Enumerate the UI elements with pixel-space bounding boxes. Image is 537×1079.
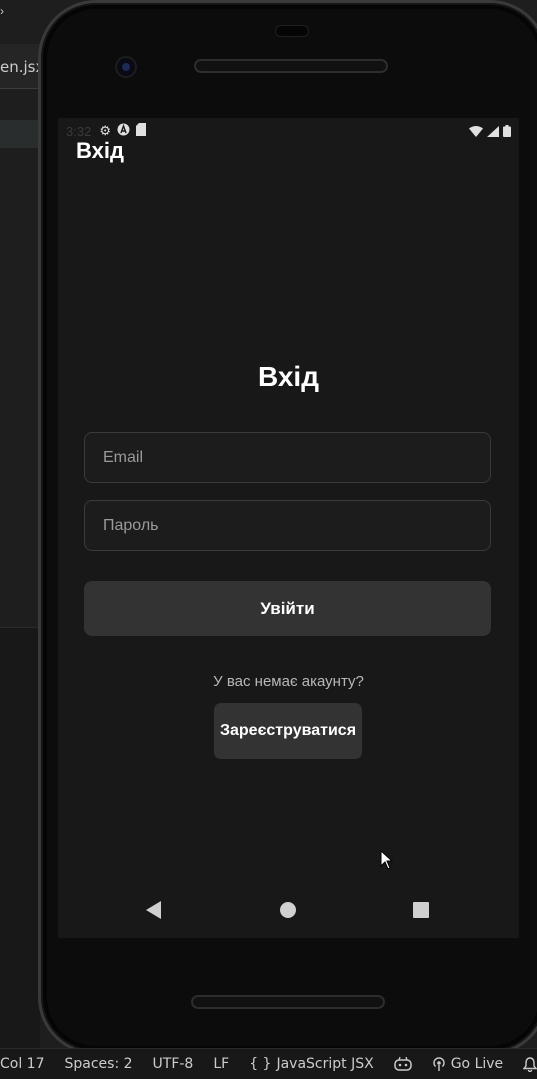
divider — [0, 88, 40, 89]
no-account-text: У вас немає акаунту? — [213, 673, 364, 690]
back-icon[interactable] — [146, 901, 161, 919]
editor-line-highlight — [0, 120, 40, 148]
camera-lens — [122, 63, 130, 71]
front-camera-icon — [115, 56, 137, 78]
bottom-speaker-grille — [191, 995, 385, 1009]
sd-card-icon — [135, 123, 146, 139]
language-label: JavaScript JSX — [276, 1056, 374, 1072]
login-title: Вхід — [258, 361, 319, 392]
eol-setting[interactable]: LF — [203, 1056, 239, 1072]
copilot-icon[interactable] — [384, 1057, 422, 1071]
wifi-icon — [469, 125, 483, 137]
bell-icon[interactable] — [513, 1056, 537, 1072]
app-header-title: Вхід — [76, 138, 124, 163]
register-button[interactable]: Зареєструватися — [214, 703, 362, 759]
earpiece-slot — [275, 25, 309, 37]
editor-area[interactable] — [0, 150, 40, 628]
app-a-icon — [117, 123, 130, 139]
encoding-setting[interactable]: UTF-8 — [143, 1056, 204, 1072]
vscode-status-bar: Col 17 Spaces: 2 UTF-8 LF { } JavaScript… — [0, 1048, 537, 1079]
android-status-bar: 3:32 ⚙ — [58, 118, 519, 144]
top-speaker-grille — [194, 59, 388, 73]
android-nav-bar — [58, 890, 519, 930]
status-time: 3:32 — [66, 123, 92, 139]
settings-gear-icon: ⚙ — [99, 123, 111, 138]
broadcast-icon — [433, 1057, 445, 1071]
breadcrumb-chevron-icon: › — [0, 4, 4, 18]
go-live-label: Go Live — [450, 1056, 504, 1072]
battery-icon — [503, 125, 511, 137]
editor-lower-area — [0, 628, 40, 1048]
signal-icon — [487, 125, 499, 137]
mouse-cursor-icon — [380, 850, 394, 870]
emulator-screen: 3:32 ⚙ Вхід Вхід Увійти У вас немає акау… — [58, 118, 519, 938]
status-right-icons — [469, 125, 511, 137]
recents-icon[interactable] — [413, 902, 429, 918]
desktop: › en.jsx 3:32 ⚙ Вхід Вхід Email Увійти У… — [0, 0, 537, 1079]
home-icon[interactable] — [280, 902, 296, 918]
braces-icon: { } — [249, 1056, 272, 1072]
login-button[interactable]: Увійти — [84, 581, 491, 636]
cursor-position[interactable]: Col 17 — [0, 1056, 55, 1072]
language-mode[interactable]: { } JavaScript JSX — [239, 1056, 384, 1072]
password-field[interactable] — [84, 500, 491, 551]
email-field[interactable] — [84, 432, 491, 483]
go-live-button[interactable]: Go Live — [422, 1056, 513, 1072]
indentation-setting[interactable]: Spaces: 2 — [55, 1056, 143, 1072]
